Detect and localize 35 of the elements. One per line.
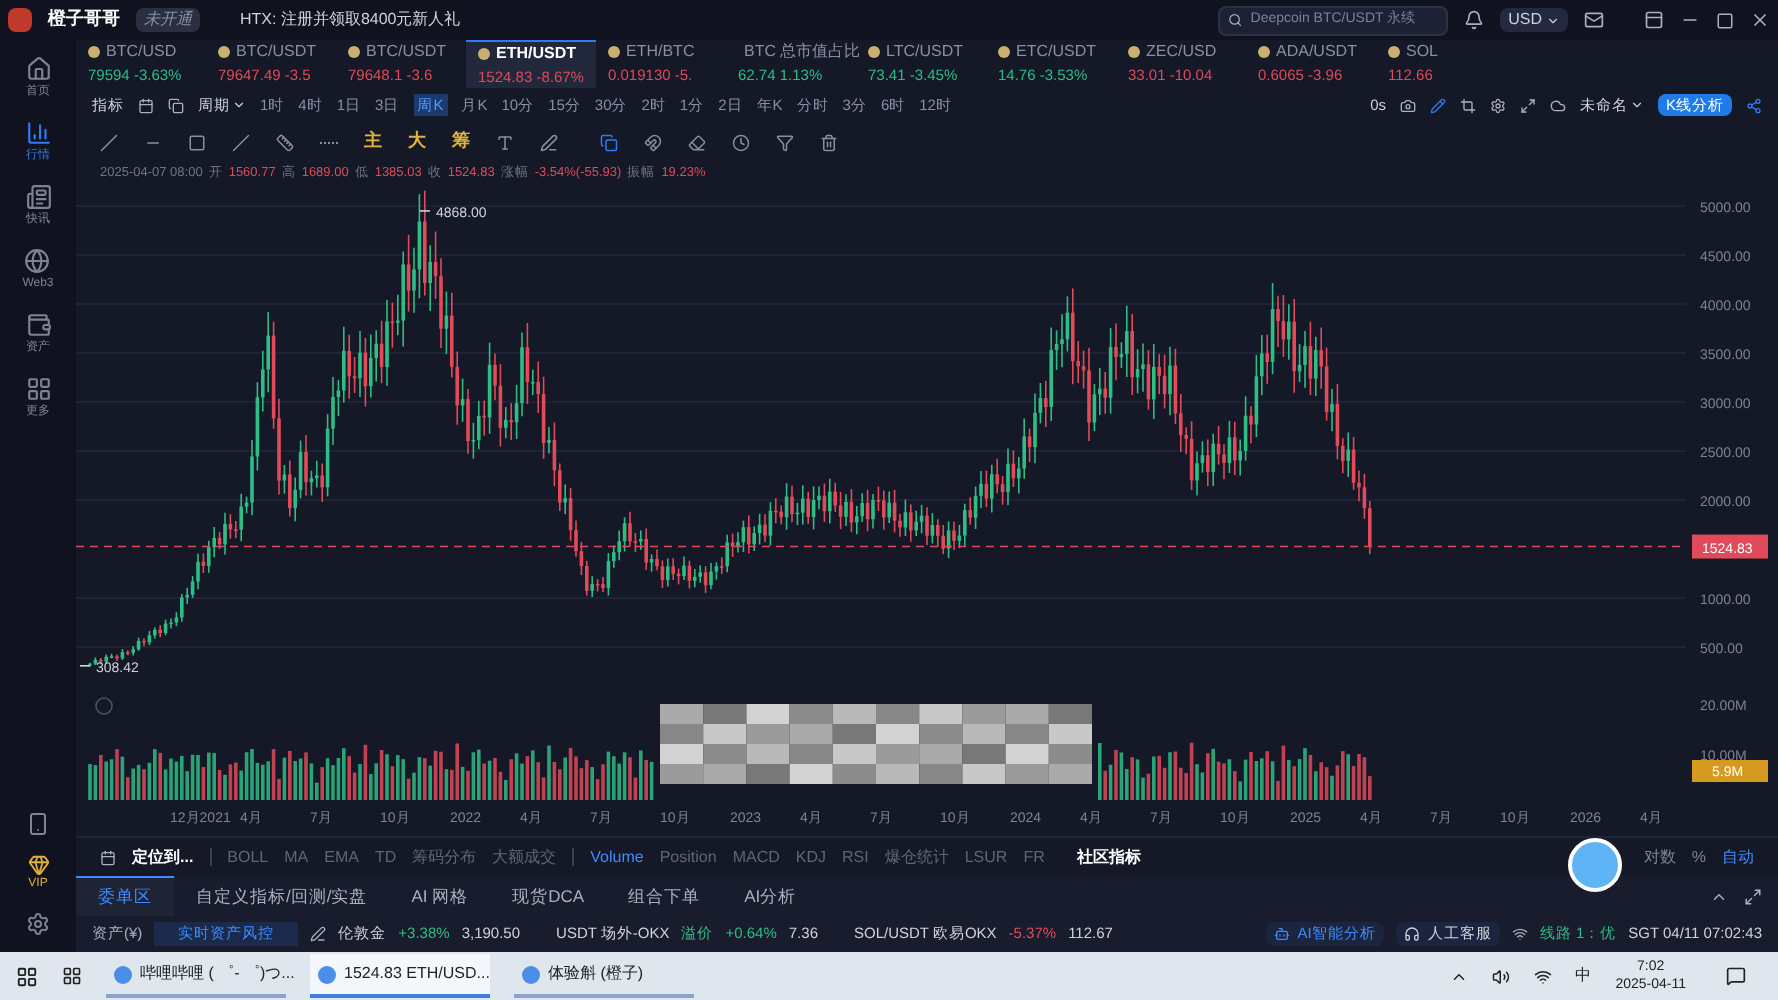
- indicator-option[interactable]: TD: [374, 845, 397, 869]
- promo-link[interactable]: HTX: 注册并领取8400元新人礼: [240, 8, 461, 32]
- panel-tab[interactable]: 组合下单: [606, 876, 723, 916]
- indicator-option[interactable]: FR: [1023, 845, 1045, 869]
- panel-tab[interactable]: 委单区: [76, 876, 174, 916]
- overlay-toggle[interactable]: 主: [364, 128, 382, 156]
- community-indicator-button[interactable]: 社区指标: [1076, 845, 1141, 869]
- indicator-option[interactable]: RSI: [842, 845, 869, 869]
- indicator-option[interactable]: KDJ: [795, 845, 826, 869]
- indicator-option[interactable]: 筹码分布: [412, 845, 477, 869]
- indicator-option[interactable]: Position: [659, 845, 717, 869]
- taskbar-app[interactable]: 体验斛 (橙子): [514, 954, 694, 998]
- panel-tab[interactable]: 现货DCA: [490, 876, 607, 916]
- taskbar-app[interactable]: 1524.83 ETH/USD...: [310, 954, 490, 998]
- currency-dropdown[interactable]: USD: [1500, 8, 1568, 32]
- indicator-option[interactable]: 爆仓统计: [884, 845, 949, 869]
- indicator-option[interactable]: MACD: [732, 845, 780, 869]
- indicator-option[interactable]: BOLL: [227, 845, 269, 869]
- indicator-option[interactable]: LSUR: [964, 845, 1008, 869]
- scale-option[interactable]: 自动: [1722, 845, 1754, 869]
- panel-tab[interactable]: AI 网格: [389, 876, 491, 916]
- ime-indicator: 中: [1575, 964, 1592, 988]
- indicator-option[interactable]: EMA: [324, 845, 359, 869]
- indicator-option[interactable]: 大额成交: [492, 845, 557, 869]
- overlay-toggle[interactable]: 大: [408, 128, 426, 156]
- panel-tab[interactable]: AI分析: [722, 876, 819, 916]
- locate-button[interactable]: 定位到...: [132, 845, 194, 869]
- panel-tab[interactable]: 自定义指标/回测/实盘: [174, 876, 390, 916]
- indicator-option[interactable]: MA: [284, 845, 309, 869]
- scale-option[interactable]: %: [1691, 845, 1706, 869]
- overlay-toggle[interactable]: 筹: [452, 128, 470, 156]
- app-name: 橙子哥哥: [48, 6, 120, 33]
- scale-option[interactable]: 对数: [1643, 845, 1676, 869]
- account-badge: 未开通: [136, 8, 200, 32]
- indicator-option[interactable]: Volume: [590, 845, 644, 869]
